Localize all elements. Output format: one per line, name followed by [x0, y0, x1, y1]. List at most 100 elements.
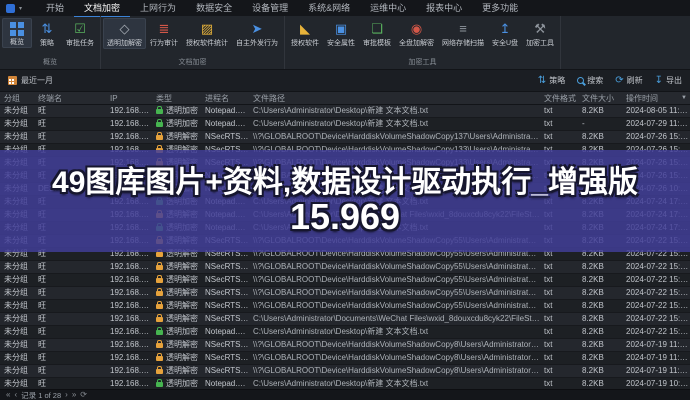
column-header-终端名[interactable]: 终端名 — [34, 92, 106, 104]
column-header-IP[interactable]: IP — [106, 92, 152, 104]
table-row[interactable]: 未分组旺192.168.0.8透明解密NSecRTS.exe\\?\GLOBAL… — [0, 261, 690, 274]
cell-进程名: Notepad.exe — [201, 118, 249, 130]
ribbon-button-策略[interactable]: ⇅策略 — [32, 18, 62, 49]
ribbon-button-审批模板[interactable]: ❏审批模板 — [359, 18, 395, 49]
ribbon-button-加密工具[interactable]: ⚒加密工具 — [522, 18, 558, 49]
policy-button[interactable]: ⇅ 策略 — [538, 75, 565, 86]
cell-文件格式: txt — [540, 157, 578, 169]
search-button[interactable]: 搜索 — [577, 75, 603, 86]
column-header-文件格式[interactable]: 文件格式 — [540, 92, 578, 104]
cell-文件格式: txt — [540, 274, 578, 286]
ribbon-button-行为审计[interactable]: ≣行为审计 — [146, 18, 182, 49]
cell-type: 透明解密 — [152, 157, 201, 169]
table-row[interactable]: 未分组旺192.168.0.8透明解密NSecRTS.exe\\?\GLOBAL… — [0, 300, 690, 313]
table-row[interactable]: 未分组DESKTOP-9G8N560192.168.0.8透明加密Notepad… — [0, 183, 690, 196]
ribbon-button-透明加解密[interactable]: ◇透明加解密 — [103, 18, 146, 49]
table-row[interactable]: 未分组旺192.168.0.8透明加密Notepad.exeC:\Users\A… — [0, 378, 690, 389]
column-header-文件路径[interactable]: 文件路径 — [249, 92, 540, 104]
table-row[interactable]: 未分组旺192.168.0.8透明加密Notepad.exeC:\Users\A… — [0, 196, 690, 209]
ribbon-button-自主外发行为[interactable]: ➤自主外发行为 — [232, 18, 282, 49]
table-row[interactable]: 未分组旺192.168.0.8透明解密NSecRTS.exe\\?\GLOBAL… — [0, 235, 690, 248]
menu-tab-文档加密[interactable]: 文档加密 — [74, 0, 130, 17]
table-row[interactable]: 未分组旺192.168.0.8透明解密NSecRTS.exe\\?\GLOBAL… — [0, 248, 690, 261]
column-header-分组[interactable]: 分组 — [0, 92, 34, 104]
cell-操作时间: 2024-07-19 10:47:29 — [622, 378, 690, 389]
cell-type: 透明解密 — [152, 352, 201, 364]
table-row[interactable]: 未分组旺192.168.0.8透明加密Notepad.exeC:\Users\A… — [0, 222, 690, 235]
ribbon-button-安全U盘[interactable]: ↥安全U盘 — [488, 18, 522, 49]
cell-分组: 未分组 — [0, 209, 34, 221]
ribbon-group-label: 加密工具 — [287, 56, 558, 69]
cell-IP: 192.168.0.8 — [106, 352, 152, 364]
ribbon-button-网络存储扫描[interactable]: ≡网络存储扫描 — [438, 18, 488, 49]
column-header-文件大小[interactable]: 文件大小 — [578, 92, 622, 104]
export-button[interactable]: ↧ 导出 — [655, 75, 682, 86]
next-page-button[interactable]: › — [65, 390, 68, 400]
table-row[interactable]: 未分组旺192.168.0.8透明加密Notepad.exeC:\Users\A… — [0, 326, 690, 339]
menu-tab-运维中心[interactable]: 运维中心 — [360, 0, 416, 17]
column-header-类型[interactable]: 类型 — [152, 92, 201, 104]
cell-操作时间: 2024-07-22 15:49:03 — [622, 300, 690, 312]
table-row[interactable]: 未分组旺192.168.0.8透明解密NSecRTS.exe\\?\GLOBAL… — [0, 339, 690, 352]
cell-分组: 未分组 — [0, 274, 34, 286]
table-row[interactable]: 未分组旺192.168.0.8透明解密NSecRTS.exe\\?\GLOBAL… — [0, 365, 690, 378]
usb-icon: ↥ — [500, 20, 511, 37]
cell-进程名: NSecRTS.exe — [201, 235, 249, 247]
logo-caret-icon[interactable]: ▾ — [19, 5, 22, 12]
table-row[interactable]: 未分组旺192.168.0.8透明解密NSecRTS.exe\\?\GLOBAL… — [0, 131, 690, 144]
column-header-进程名[interactable]: 进程名 — [201, 92, 249, 104]
table-row[interactable]: 未分组旺192.168.0.8透明解密NSecRTS.exeC:\Users\A… — [0, 313, 690, 326]
ribbon-button-审批任务[interactable]: ☑审批任务 — [62, 18, 98, 49]
cell-文件格式: txt — [540, 313, 578, 325]
cell-type: 透明解密 — [152, 261, 201, 273]
table-row[interactable]: 未分组旺192.168.0.8透明解密NSecRTS.exe\\?\GLOBAL… — [0, 274, 690, 287]
table-row[interactable]: 未分组旺192.168.0.8透明解密NSecRTS.exe\\?\GLOBAL… — [0, 352, 690, 365]
last-page-button[interactable]: » — [72, 390, 76, 400]
cell-操作时间: 2024-07-29 11:04:55 — [622, 118, 690, 130]
column-menu-dropdown-icon[interactable]: ▼ — [681, 92, 687, 105]
cell-操作时间: 2024-07-26 15:15:11 — [622, 170, 690, 182]
date-range-filter[interactable]: 最近一月 — [8, 75, 53, 86]
prev-page-button[interactable]: ‹ — [14, 390, 17, 400]
reload-page-icon[interactable]: ⟳ — [80, 390, 87, 400]
table-row[interactable]: 未分组旺192.168.0.8透明解密NSecRTS.exe\\?\GLOBAL… — [0, 157, 690, 170]
first-page-button[interactable]: « — [6, 390, 10, 400]
cell-type: 透明解密 — [152, 170, 201, 182]
menu-tab-开始[interactable]: 开始 — [36, 0, 74, 17]
menu-tab-系统&网络[interactable]: 系统&网络 — [298, 0, 360, 17]
refresh-button[interactable]: ⟳ 刷新 — [615, 75, 642, 86]
app-window: ▾ 开始文档加密上网行为数据安全设备管理系统&网络运维中心报表中心更多功能 概览… — [0, 0, 690, 400]
table-header: 分组终端名IP类型进程名文件路径文件格式文件大小操作时间▼ — [0, 92, 690, 105]
table-row[interactable]: 未分组旺192.168.0.8透明加密Notepad.exeC:\Users\A… — [0, 118, 690, 131]
cell-分组: 未分组 — [0, 183, 34, 195]
ribbon-button-安全属性[interactable]: ▣安全属性 — [323, 18, 359, 49]
cell-IP: 192.168.0.8 — [106, 118, 152, 130]
menu-tab-数据安全[interactable]: 数据安全 — [186, 0, 242, 17]
table-row[interactable]: 未分组旺192.168.0.8透明加密Notepad.exeC:\Users\A… — [0, 105, 690, 118]
cell-文件大小: 8.2KB — [578, 131, 622, 143]
cell-文件路径: \\?\GLOBALROOT\Device\HarddiskVolumeShad… — [249, 365, 540, 377]
ribbon-button-概览[interactable]: 概览 — [2, 18, 32, 48]
menu-tab-更多功能[interactable]: 更多功能 — [472, 0, 528, 17]
cell-分组: 未分组 — [0, 222, 34, 234]
ribbon-button-label: 自主外发行为 — [236, 38, 278, 48]
ribbon-button-授权软件[interactable]: ◣授权软件 — [287, 18, 323, 49]
ribbon-button-全盘加解密[interactable]: ◉全盘加解密 — [395, 18, 438, 49]
decrypt-lock-icon — [156, 317, 163, 322]
table-row[interactable]: 未分组旺192.168.0.8透明解密NSecRTS.exe\\?\GLOBAL… — [0, 287, 690, 300]
cell-进程名: Notepad.exe — [201, 378, 249, 389]
table-row[interactable]: 未分组旺192.168.0.8透明解密Notepad.exeC:\Users\A… — [0, 209, 690, 222]
ribbon-button-label: 透明加解密 — [107, 38, 142, 48]
table-row[interactable]: 未分组旺192.168.0.8透明解密NSecRTS.exe\\?\GLOBAL… — [0, 170, 690, 183]
cell-文件路径: C:\Users\Administrator\Desktop\新建 文本文档.t… — [249, 196, 540, 208]
cell-文件大小: 8.2KB — [578, 248, 622, 260]
menu-tab-上网行为[interactable]: 上网行为 — [130, 0, 186, 17]
table-row[interactable]: 未分组旺192.168.0.8透明解密NSecRTS.exe\\?\GLOBAL… — [0, 144, 690, 157]
status-bar: « ‹ 记录 1 of 28 › » ⟳ — [0, 389, 690, 400]
column-header-操作时间[interactable]: 操作时间 — [622, 92, 690, 104]
app-logo-icon[interactable] — [6, 4, 15, 13]
cell-文件格式: txt — [540, 339, 578, 351]
menu-tab-设备管理[interactable]: 设备管理 — [242, 0, 298, 17]
ribbon-button-授权软件统计[interactable]: ▨授权软件统计 — [182, 18, 232, 49]
menu-tab-报表中心[interactable]: 报表中心 — [416, 0, 472, 17]
